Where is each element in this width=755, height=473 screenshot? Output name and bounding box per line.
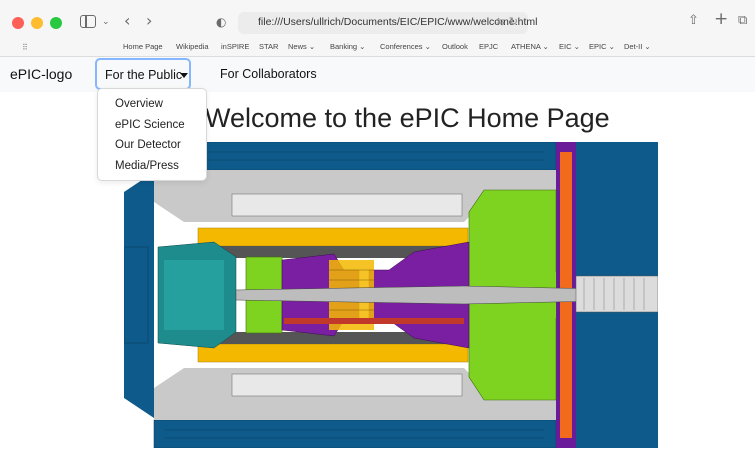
back-icon[interactable]: ‹ (124, 13, 130, 29)
caret-down-icon (180, 73, 188, 78)
detector-cross-section-image (124, 142, 658, 448)
for-collaborators-link[interactable]: For Collaborators (220, 67, 317, 81)
menu-item-overview[interactable]: Overview (115, 98, 163, 110)
menu-item-epic-science[interactable]: ePIC Science (115, 119, 185, 131)
minimize-window-button[interactable] (31, 17, 43, 29)
browser-toolbar: ⌄ ‹ › ◐ file:///Users/ullrich/Documents/… (0, 0, 755, 57)
forward-icon[interactable]: › (146, 13, 152, 29)
bookmark-item[interactable]: Home Page (123, 42, 163, 51)
address-bar[interactable]: file:///Users/ullrich/Documents/EIC/EPIC… (238, 12, 538, 34)
brand-logo[interactable]: ePIC-logo (10, 66, 72, 82)
bookmark-item[interactable]: Det-II ⌄ (624, 42, 651, 51)
page-title: Welcome to the ePIC Home Page (205, 103, 610, 133)
bookmark-item[interactable]: Banking ⌄ (330, 42, 365, 51)
site-navbar: ePIC-logo For the Public For Collaborato… (0, 57, 755, 92)
bookmarks-bar: ⠿ Home Page Wikipedia inSPIRE STAR News … (0, 40, 755, 56)
public-dropdown-menu: Overview ePIC Science Our Detector Media… (97, 88, 207, 181)
bookmark-item[interactable]: STAR (259, 42, 278, 51)
new-tab-icon[interactable]: + (714, 11, 728, 28)
sidebar-icon[interactable] (80, 15, 96, 28)
menu-item-media-press[interactable]: Media/Press (115, 160, 179, 172)
menu-item-our-detector[interactable]: Our Detector (115, 139, 181, 151)
bookmark-item[interactable]: Conferences ⌄ (380, 42, 431, 51)
bookmark-item[interactable]: Outlook (442, 42, 468, 51)
bookmark-item[interactable]: News ⌄ (288, 42, 315, 51)
chevron-down-icon[interactable]: ⌄ (102, 14, 110, 30)
bookmark-item[interactable]: EPIC ⌄ (589, 42, 615, 51)
bookmark-item[interactable]: inSPIRE (221, 42, 249, 51)
bookmark-item[interactable]: EIC ⌄ (559, 42, 580, 51)
tab-overview-icon[interactable]: ⧉ (738, 13, 747, 29)
bookmark-item[interactable]: ATHENA ⌄ (511, 42, 549, 51)
grid-icon[interactable]: ⠿ (22, 43, 28, 52)
bookmark-item[interactable]: Wikipedia (176, 42, 209, 51)
share-icon[interactable]: ⇧ (688, 13, 699, 29)
privacy-shield-icon[interactable]: ◐ (216, 14, 226, 30)
for-the-public-label: For the Public (105, 68, 183, 82)
zoom-window-button[interactable] (50, 17, 62, 29)
bookmark-item[interactable]: EPJC (479, 42, 498, 51)
for-the-public-dropdown-toggle[interactable]: For the Public (95, 58, 191, 90)
close-window-button[interactable] (12, 17, 24, 29)
reload-icon[interactable]: ⇆ ↻ (496, 15, 518, 28)
